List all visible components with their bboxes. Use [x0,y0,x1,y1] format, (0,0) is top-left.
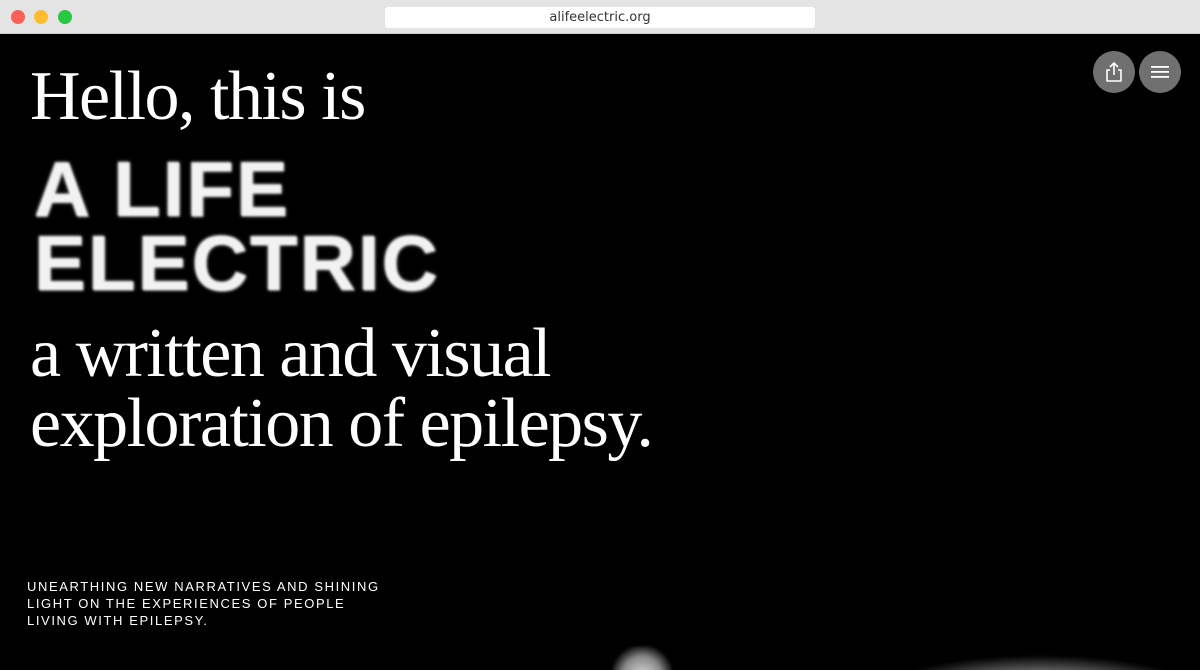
page-content: Hello, this is A LIFE ELECTRIC a written… [0,34,1200,670]
share-icon [1106,62,1122,82]
tagline-line-1: a written and visual [30,315,552,392]
site-title-line-1: A LIFE [34,145,291,233]
hamburger-menu-icon [1151,66,1169,78]
close-window-button[interactable] [11,10,25,24]
background-photo-fragment [612,646,672,670]
browser-chrome: alifeelectric.org [0,0,1200,34]
hero-greeting: Hello, this is [30,58,366,135]
hero-tagline: a written and visual exploration of epil… [30,315,654,462]
address-bar[interactable]: alifeelectric.org [385,7,815,28]
minimize-window-button[interactable] [34,10,48,24]
maximize-window-button[interactable] [58,10,72,24]
tagline-line-2: exploration of epilepsy. [30,385,654,462]
site-title-line-2: ELECTRIC [34,219,440,307]
share-button[interactable] [1093,51,1135,93]
site-title: A LIFE ELECTRIC [34,145,440,307]
menu-button[interactable] [1139,51,1181,93]
background-photo-fragment [880,656,1200,670]
intro-description: UNEARTHING NEW NARRATIVES AND SHINING LI… [27,579,380,628]
